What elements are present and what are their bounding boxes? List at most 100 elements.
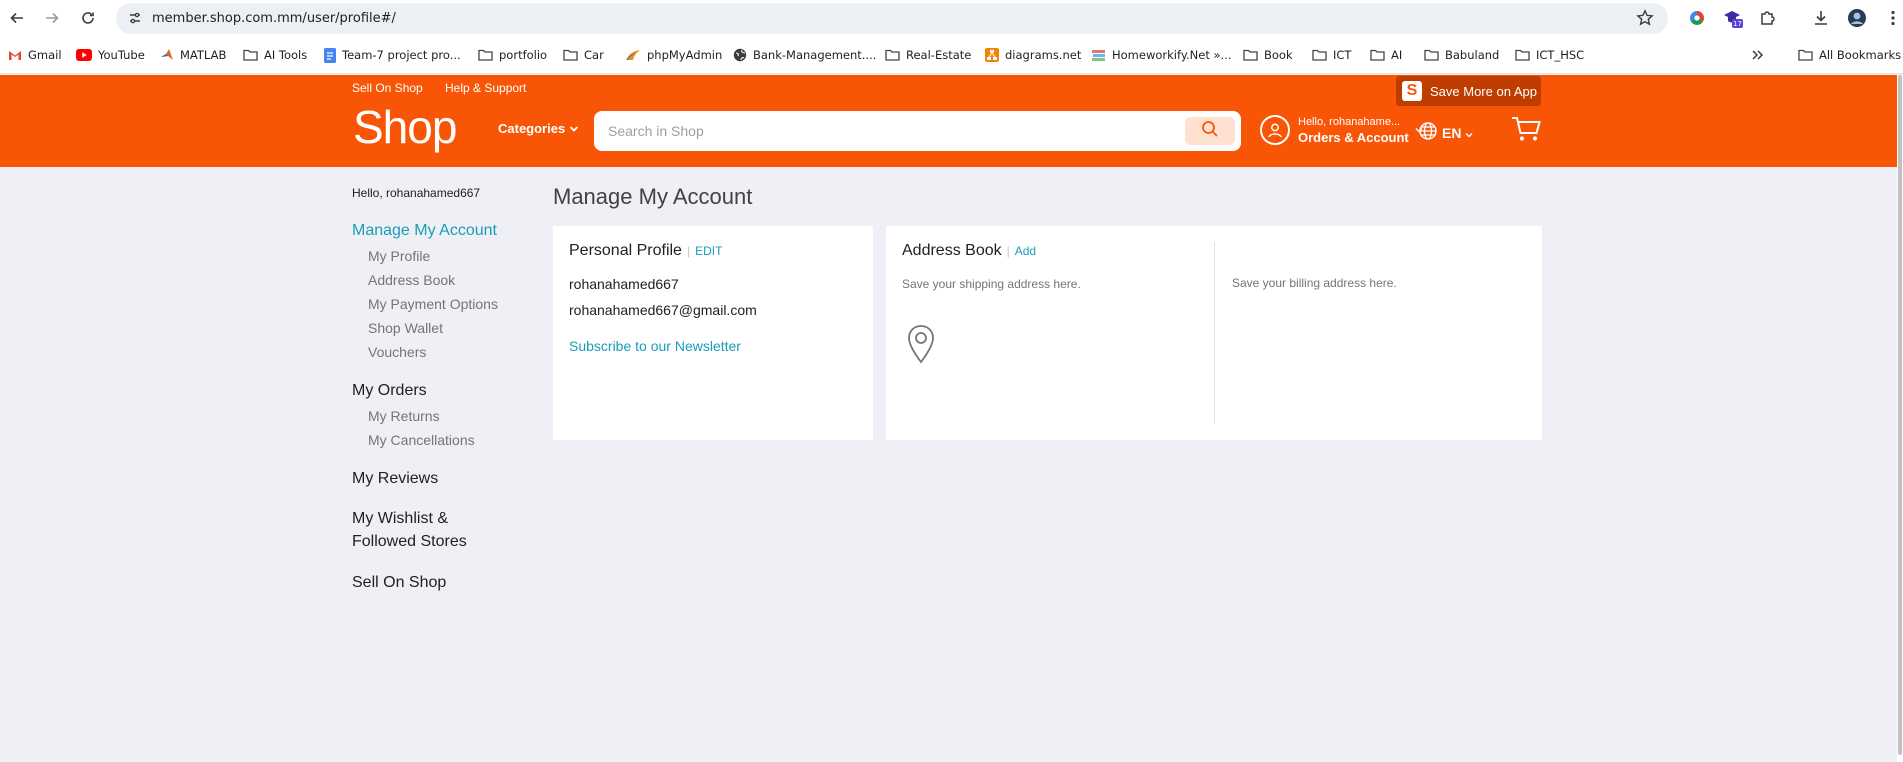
add-address-link[interactable]: Add (1015, 244, 1036, 258)
bookmark-label: phpMyAdmin (647, 48, 723, 62)
shop-logo[interactable]: Shop (353, 100, 457, 154)
subscribe-newsletter-link[interactable]: Subscribe to our Newsletter (569, 338, 741, 354)
reload-icon[interactable] (76, 6, 100, 30)
more-bookmarks-icon[interactable] (1752, 46, 1764, 64)
bookmark-label: AI Tools (264, 48, 308, 62)
globe-icon (1418, 121, 1438, 144)
books-icon (1091, 49, 1106, 62)
bookmark-star-icon[interactable] (1636, 9, 1654, 32)
help-support-link[interactable]: Help & Support (445, 81, 526, 95)
sidebar-item-payment-options[interactable]: My Payment Options (368, 296, 498, 312)
bookmark-item[interactable]: diagrams.net (985, 46, 1081, 64)
folder-icon (243, 49, 258, 61)
sidebar-item-my-returns[interactable]: My Returns (368, 408, 440, 424)
folder-icon (1370, 49, 1385, 61)
folder-icon (1424, 49, 1439, 61)
bookmark-item[interactable]: YouTube (76, 46, 145, 64)
extensions-puzzle-icon[interactable] (1757, 7, 1779, 29)
sidebar-my-reviews[interactable]: My Reviews (352, 470, 438, 488)
billing-address-note: Save your billing address here. (1232, 276, 1397, 290)
sidebar-item-my-profile[interactable]: My Profile (368, 248, 430, 264)
page-scrollbar[interactable] (1897, 75, 1903, 762)
profile-email: rohanahamed667@gmail.com (569, 302, 757, 318)
forward-icon[interactable] (40, 6, 64, 30)
bookmark-item[interactable]: Car (563, 46, 604, 64)
categories-label: Categories (498, 121, 566, 136)
sidebar-greeting: Hello, rohanahamed667 (352, 186, 481, 200)
bookmark-item[interactable]: Real-Estate (885, 46, 971, 64)
bookmark-item[interactable]: ICT (1312, 46, 1351, 64)
bookmark-item[interactable]: ICT_HSC (1515, 46, 1584, 64)
color-extension-icon[interactable] (1686, 7, 1708, 29)
user-icon (1260, 115, 1290, 145)
profile-avatar-icon[interactable] (1846, 7, 1868, 29)
chevron-down-icon (569, 121, 579, 136)
bookmark-item[interactable]: Bank-Management.... (733, 46, 876, 64)
bookmark-label: Gmail (28, 48, 62, 62)
sidebar-item-address-book[interactable]: Address Book (368, 272, 455, 288)
back-icon[interactable] (5, 6, 29, 30)
download-icon[interactable] (1810, 7, 1832, 29)
sell-on-shop-link[interactable]: Sell On Shop (352, 81, 423, 95)
bookmark-item[interactable]: phpMyAdmin (625, 46, 722, 64)
account-menu[interactable]: Hello, rohanahame... Orders & Account (1260, 115, 1423, 145)
bookmark-label: portfolio (499, 48, 548, 62)
bookmark-item[interactable]: Team-7 project pro... (324, 46, 461, 64)
address-divider (1214, 242, 1215, 424)
site-info-icon[interactable] (128, 11, 142, 30)
sidebar-item-vouchers[interactable]: Vouchers (368, 344, 426, 360)
folder-icon (478, 49, 493, 61)
address-bar[interactable]: member.shop.com.mm/user/profile#/ (116, 3, 1668, 34)
browser-menu-icon[interactable] (1882, 7, 1903, 29)
shop-app-icon: S (1402, 81, 1422, 101)
site-header: Sell On Shop Help & Support S Save More … (0, 75, 1897, 167)
save-more-label: Save More on App (1430, 83, 1537, 99)
search-input[interactable] (608, 111, 1168, 151)
sidebar-sell-on-shop[interactable]: Sell On Shop (352, 574, 446, 592)
orders-account-label: Orders & Account (1298, 130, 1409, 145)
save-more-on-app-button[interactable]: S Save More on App (1396, 76, 1541, 106)
bookmark-item[interactable]: Gmail (8, 46, 62, 64)
sidebar-item-shop-wallet[interactable]: Shop Wallet (368, 320, 443, 336)
sidebar-my-wishlist[interactable]: My Wishlist & Followed Stores (352, 510, 467, 551)
phpmyadmin-icon (625, 49, 641, 61)
url-text[interactable]: member.shop.com.mm/user/profile#/ (152, 11, 396, 26)
cart-icon[interactable] (1510, 115, 1542, 148)
language-label: EN (1442, 124, 1462, 141)
shipping-address-note: Save your shipping address here. (902, 277, 1081, 291)
bookmark-label: Team-7 project pro... (342, 48, 461, 62)
sidebar-my-orders[interactable]: My Orders (352, 382, 427, 400)
bookmark-label: Real-Estate (906, 48, 972, 62)
chevron-down-icon (1465, 125, 1473, 141)
search-button[interactable] (1185, 117, 1235, 145)
bookmark-item[interactable]: AI (1370, 46, 1402, 64)
docs-icon (324, 47, 336, 63)
gmail-icon (8, 50, 22, 61)
page-title: Manage My Account (553, 184, 753, 209)
bookmarks-bar: Gmail YouTube MATLAB AI Tools Team-7 project… (0, 36, 1903, 74)
bookmark-label: ICT_HSC (1536, 48, 1585, 62)
language-selector[interactable]: EN (1418, 121, 1473, 144)
bookmark-item[interactable]: portfolio (478, 46, 547, 64)
folder-icon (885, 49, 900, 61)
bookmark-item[interactable]: AI Tools (243, 46, 307, 64)
search-icon (1201, 120, 1219, 143)
bookmark-label: Babuland (1445, 48, 1500, 62)
categories-menu[interactable]: Categories (498, 121, 579, 136)
address-book-title: Address Book (902, 242, 1002, 259)
bookmark-label: ICT (1333, 48, 1352, 62)
edit-profile-link[interactable]: EDIT (695, 244, 722, 258)
bookmark-item[interactable]: Babuland (1424, 46, 1499, 64)
sidebar-item-my-cancellations[interactable]: My Cancellations (368, 432, 475, 448)
graduation-cap-icon[interactable]: 17 (1722, 7, 1744, 29)
bookmark-item[interactable]: MATLAB (160, 46, 226, 64)
folder-icon (1312, 49, 1327, 61)
all-bookmarks-folder[interactable]: All Bookmarks (1798, 46, 1901, 64)
address-book-card: Address Book | Add Save your shipping ad… (886, 226, 1542, 440)
bookmark-label: Homeworkify.Net »... (1112, 48, 1232, 62)
bookmark-item[interactable]: Homeworkify.Net »... (1091, 46, 1232, 64)
youtube-icon (76, 49, 92, 61)
sidebar-manage-my-account[interactable]: Manage My Account (352, 222, 497, 240)
folder-icon (1798, 49, 1813, 61)
bookmark-item[interactable]: Book (1243, 46, 1293, 64)
